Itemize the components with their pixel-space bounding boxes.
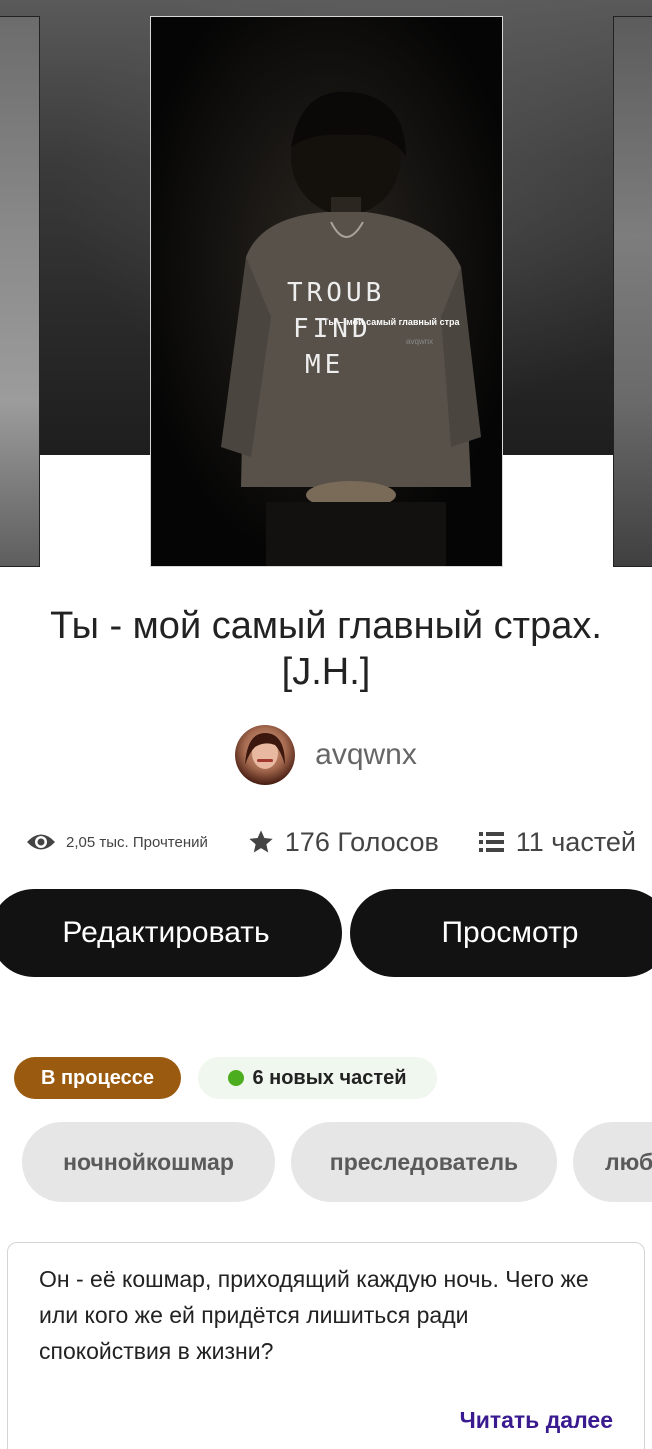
author-avatar[interactable] bbox=[235, 725, 296, 785]
parts-count: 11 частей bbox=[515, 826, 636, 857]
tag-chip[interactable]: преследователь bbox=[291, 1122, 557, 1202]
story-title: Ты - мой самый главный страх. [J.H.] bbox=[50, 605, 602, 693]
view-button[interactable]: Просмотр bbox=[350, 889, 652, 977]
reads-count: 2,05 тыс. Прочтений bbox=[66, 833, 208, 851]
avatar-image bbox=[245, 733, 286, 769]
tag-chip[interactable]: люб bbox=[573, 1122, 652, 1202]
votes-stat: 176 Голосов bbox=[247, 827, 439, 858]
shirt-line-3: ME bbox=[305, 350, 345, 380]
story-details-page: TROUB FIND ME Ты – мой самый главный стр… bbox=[0, 0, 652, 1449]
list-icon bbox=[478, 832, 504, 852]
eye-icon bbox=[27, 834, 55, 850]
previous-cover[interactable] bbox=[0, 16, 40, 567]
reads-stat: 2,05 тыс. Прочтений bbox=[26, 831, 208, 853]
votes-count: 176 Голосов bbox=[284, 826, 439, 857]
read-more-link[interactable]: Читать далее bbox=[460, 1407, 613, 1434]
cover-overlay-title: Ты – мой самый главный стра bbox=[323, 317, 460, 327]
star-icon bbox=[249, 830, 273, 853]
status-badge-in-progress: В процессе bbox=[14, 1057, 181, 1099]
author-row[interactable]: avqwnx bbox=[0, 724, 652, 786]
next-cover[interactable] bbox=[613, 16, 652, 567]
new-parts-badge: 6 новых частей bbox=[198, 1057, 437, 1099]
edit-button[interactable]: Редактировать bbox=[0, 889, 342, 977]
author-name[interactable]: avqwnx bbox=[315, 738, 417, 772]
description-text: Он - её кошмар, приходящий каждую ночь. … bbox=[39, 1266, 589, 1364]
story-cover[interactable]: TROUB FIND ME Ты – мой самый главный стр… bbox=[150, 16, 503, 567]
cover-shirt-text: TROUB FIND ME bbox=[287, 275, 385, 383]
new-indicator-dot bbox=[228, 1070, 245, 1086]
tag-list: ночнойкошмар преследователь люб bbox=[22, 1122, 652, 1202]
story-stats: 2,05 тыс. Прочтений 176 Голосов 11 часте… bbox=[26, 818, 636, 866]
shirt-line-1: TROUB bbox=[287, 278, 386, 308]
parts-stat[interactable]: 11 частей bbox=[478, 827, 636, 858]
cover-overlay-author: avqwnx bbox=[406, 337, 434, 346]
new-parts-label: 6 новых частей bbox=[252, 1066, 407, 1089]
description-card: Он - её кошмар, приходящий каждую ночь. … bbox=[7, 1242, 645, 1449]
tag-chip[interactable]: ночнойкошмар bbox=[22, 1122, 275, 1202]
